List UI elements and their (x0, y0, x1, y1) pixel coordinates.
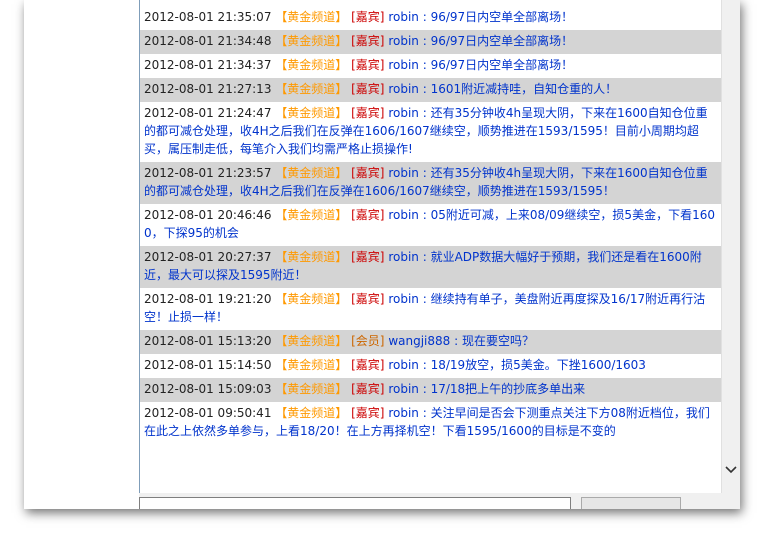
chevron-down-icon[interactable] (722, 461, 740, 479)
username[interactable]: robin (388, 82, 419, 96)
message-time: 2012-08-01 15:14:50 (144, 358, 272, 372)
separator: : (418, 292, 431, 306)
message-time: 2012-08-01 21:34:48 (144, 34, 272, 48)
list-item: 2012-08-01 15:14:50 【黄金频道】 [嘉宾] robin : … (140, 354, 722, 378)
list-item: 2012-08-01 21:34:48 【黄金频道】 [嘉宾] robin : … (140, 30, 722, 54)
username[interactable]: wangji888 (388, 334, 450, 348)
message-text: 18/19放空，损5美金。下挫1600/1603 (430, 358, 646, 372)
message-time: 2012-08-01 20:46:46 (144, 208, 272, 222)
username[interactable]: robin (388, 292, 419, 306)
channel-tag: 【黄金频道】 (275, 406, 348, 420)
role-badge: [嘉宾] (351, 292, 385, 306)
role-badge: [嘉宾] (351, 208, 385, 222)
message-time: 2012-08-01 09:50:41 (144, 406, 272, 420)
list-item: 2012-08-01 21:23:57 【黄金频道】 [嘉宾] robin : … (140, 162, 722, 204)
channel-tag: 【黄金频道】 (275, 58, 348, 72)
role-badge: [嘉宾] (351, 382, 385, 396)
message-time: 2012-08-01 20:27:37 (144, 250, 272, 264)
role-badge: [嘉宾] (351, 10, 385, 24)
list-item: 2012-08-01 20:46:46 【黄金频道】 [嘉宾] robin : … (140, 204, 722, 246)
message-time: 2012-08-01 21:35:07 (144, 10, 272, 24)
channel-tag: 【黄金频道】 (275, 358, 348, 372)
input-bar (139, 493, 740, 509)
message-time: 2012-08-01 15:09:03 (144, 382, 272, 396)
channel-tag: 【黄金频道】 (275, 334, 348, 348)
username[interactable]: robin (388, 406, 419, 420)
separator: : (418, 10, 431, 24)
separator: : (418, 82, 431, 96)
channel-tag: 【黄金频道】 (275, 166, 348, 180)
list-item: 2012-08-01 09:50:41 【黄金频道】 [嘉宾] robin : … (140, 402, 722, 444)
username[interactable]: robin (388, 106, 419, 120)
list-item: 2012-08-01 15:09:03 【黄金频道】 [嘉宾] robin : … (140, 378, 722, 402)
list-item: 2012-08-01 21:34:37 【黄金频道】 [嘉宾] robin : … (140, 54, 722, 78)
channel-tag: 【黄金频道】 (275, 34, 348, 48)
username[interactable]: robin (388, 58, 419, 72)
list-item: 2012-08-01 21:27:13 【黄金频道】 [嘉宾] robin : … (140, 78, 722, 102)
message-text: 17/18把上午的抄底多单出来 (430, 382, 586, 396)
left-panel (24, 0, 138, 509)
role-badge: [嘉宾] (351, 406, 385, 420)
message-text: 现在要空吗？ (461, 334, 534, 348)
separator: : (418, 208, 431, 222)
message-list[interactable]: 2012-08-01 21:35:07 【黄金频道】 [嘉宾] robin : … (139, 0, 722, 493)
separator: : (418, 382, 431, 396)
separator: : (418, 250, 431, 264)
separator: : (418, 166, 431, 180)
message-time: 2012-08-01 21:24:47 (144, 106, 272, 120)
role-badge: [嘉宾] (351, 250, 385, 264)
channel-tag: 【黄金频道】 (275, 382, 348, 396)
username[interactable]: robin (388, 34, 419, 48)
channel-tag: 【黄金频道】 (275, 250, 348, 264)
username[interactable]: robin (388, 208, 419, 222)
separator: : (418, 358, 431, 372)
separator: : (418, 34, 431, 48)
separator: : (450, 334, 462, 348)
channel-tag: 【黄金频道】 (275, 10, 348, 24)
channel-tag: 【黄金频道】 (275, 106, 348, 120)
message-time: 2012-08-01 19:21:20 (144, 292, 272, 306)
username[interactable]: robin (388, 358, 419, 372)
message-time: 2012-08-01 21:27:13 (144, 82, 272, 96)
message-time: 2012-08-01 21:34:37 (144, 58, 272, 72)
vertical-scrollbar[interactable] (721, 0, 740, 493)
channel-tag: 【黄金频道】 (275, 208, 348, 222)
channel-tag: 【黄金频道】 (275, 292, 348, 306)
channel-tag: 【黄金频道】 (275, 82, 348, 96)
list-item: 2012-08-01 21:35:07 【黄金频道】 [嘉宾] robin : … (140, 0, 722, 30)
role-badge: [嘉宾] (351, 166, 385, 180)
separator: : (418, 58, 431, 72)
message-text: 96/97日内空单全部离场！ (430, 10, 574, 24)
username[interactable]: robin (388, 250, 419, 264)
role-badge: [嘉宾] (351, 358, 385, 372)
list-item: 2012-08-01 21:24:47 【黄金频道】 [嘉宾] robin : … (140, 102, 722, 162)
message-text: 96/97日内空单全部离场！ (430, 58, 574, 72)
separator: : (418, 406, 431, 420)
message-text: 96/97日内空单全部离场！ (430, 34, 574, 48)
message-time: 2012-08-01 15:13:20 (144, 334, 272, 348)
message-time: 2012-08-01 21:23:57 (144, 166, 272, 180)
list-item: 2012-08-01 20:27:37 【黄金频道】 [嘉宾] robin : … (140, 246, 722, 288)
role-badge: [会员] (351, 334, 385, 348)
separator: : (418, 106, 431, 120)
role-badge: [嘉宾] (351, 82, 385, 96)
username[interactable]: robin (388, 382, 419, 396)
username[interactable]: robin (388, 166, 419, 180)
list-item: 2012-08-01 19:21:20 【黄金频道】 [嘉宾] robin : … (140, 288, 722, 330)
role-badge: [嘉宾] (351, 106, 385, 120)
username[interactable]: robin (388, 10, 419, 24)
chat-window: 2012-08-01 21:35:07 【黄金频道】 [嘉宾] robin : … (24, 0, 740, 509)
role-badge: [嘉宾] (351, 34, 385, 48)
message-text: 1601附近减持哇，自知仓重的人！ (430, 82, 618, 96)
role-badge: [嘉宾] (351, 58, 385, 72)
send-button[interactable] (581, 497, 681, 509)
message-input[interactable] (139, 497, 571, 509)
list-item: 2012-08-01 15:13:20 【黄金频道】 [会员] wangji88… (140, 330, 722, 354)
